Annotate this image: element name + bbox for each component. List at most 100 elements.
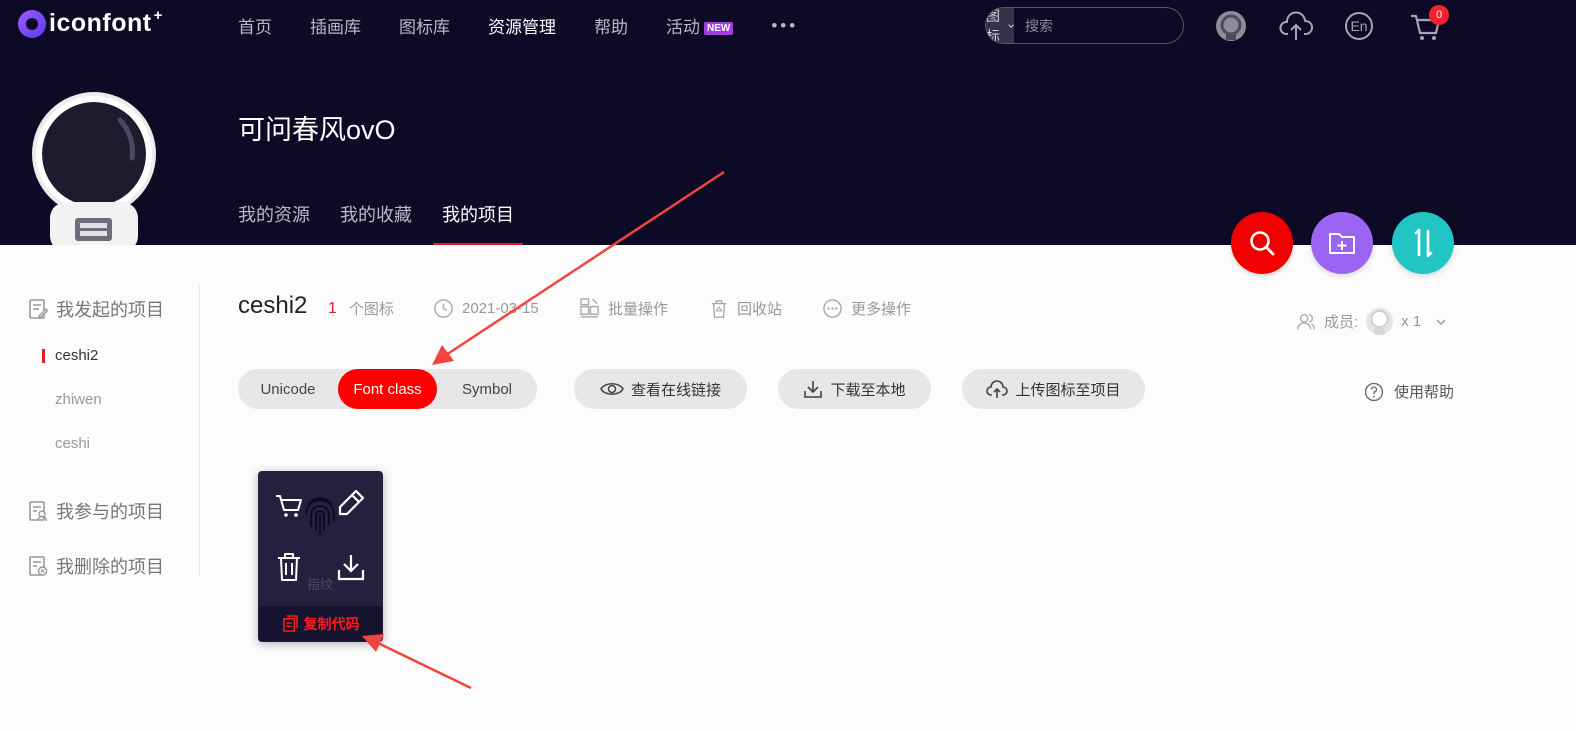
cloud-upload-icon[interactable] [1278, 8, 1314, 44]
members-count: x 1 [1401, 313, 1422, 330]
profile-name: 可问春风ovO [238, 115, 396, 145]
upload-icons-label: 上传图标至项目 [1015, 381, 1121, 399]
recycle-bin-label: 回收站 [737, 301, 783, 318]
sidebar-group-label: 我发起的项目 [56, 300, 164, 320]
profile-avatar[interactable] [28, 84, 160, 245]
more-circle-icon [823, 299, 842, 318]
nav-resource-management[interactable]: 资源管理 [488, 13, 556, 38]
profile-tabs: 我的资源 我的收藏 我的项目 [238, 201, 553, 245]
annotation-arrow-copy-code [362, 634, 472, 690]
icon-count-number: 1 [328, 299, 337, 317]
view-online-link-button[interactable]: 查看在线链接 [574, 369, 747, 409]
batch-operation-button[interactable]: 批量操作 [579, 298, 668, 319]
delete-icon[interactable] [272, 550, 306, 584]
search-type-select[interactable]: 图标 [986, 8, 1014, 43]
folder-add-icon [1329, 233, 1355, 254]
project-sidebar: 我发起的项目 ceshi2 zhiwen ceshi 我参与的项目 我删除的项目 [0, 285, 200, 577]
sidebar-item-zhiwen[interactable]: zhiwen [55, 391, 102, 408]
view-online-link-label: 查看在线链接 [630, 381, 721, 399]
tab-my-projects[interactable]: 我的项目 [433, 201, 523, 245]
members-label: 成员: [1324, 314, 1359, 331]
mode-symbol[interactable]: Symbol [437, 369, 537, 409]
search-projects-button[interactable] [1231, 212, 1293, 274]
sort-icon [1414, 228, 1433, 258]
help-link[interactable]: 使用帮助 [1364, 381, 1454, 402]
eye-icon [600, 382, 624, 396]
project-date-text: 2021-03-15 [462, 300, 539, 317]
mode-unicode[interactable]: Unicode [238, 369, 338, 409]
icon-count-label: 个图标 [348, 301, 394, 318]
search-type-label: 图标 [986, 7, 1000, 44]
help-label: 使用帮助 [1394, 384, 1455, 401]
active-project-marker [42, 349, 45, 363]
download-local-button[interactable]: 下载至本地 [778, 369, 931, 409]
icon-name: 指纹 [307, 577, 334, 592]
nav-icon-library[interactable]: 图标库 [399, 13, 450, 38]
download-icon [804, 381, 823, 398]
mode-font-class[interactable]: Font class [338, 369, 437, 409]
project-member-icon [29, 501, 48, 522]
cart-count-badge: 0 [1429, 5, 1449, 25]
sort-projects-button[interactable] [1392, 212, 1454, 274]
icon-card[interactable]: 指纹 复制代码 [258, 471, 383, 642]
question-circle-icon [1364, 382, 1384, 401]
more-menu-icon[interactable]: ••• [771, 16, 798, 36]
new-project-button[interactable] [1311, 212, 1373, 274]
search-icon [1250, 231, 1275, 256]
recycle-bin-icon [711, 299, 727, 318]
nav-help[interactable]: 帮助 [594, 13, 628, 38]
user-avatar-icon[interactable] [1213, 8, 1249, 44]
chevron-down-icon [1436, 319, 1446, 325]
logo-icon [18, 9, 46, 38]
member-avatar [1366, 308, 1394, 335]
sidebar-group-deleted[interactable]: 我删除的项目 [28, 553, 164, 579]
copy-code-label: 复制代码 [303, 615, 360, 632]
tab-my-favorites[interactable]: 我的收藏 [340, 201, 412, 245]
new-badge: NEW [704, 21, 734, 35]
batch-icon [580, 298, 599, 318]
site-header: iconfont + 首页 插画库 图标库 资源管理 帮助 活动 NEW ••• … [0, 0, 1576, 245]
copy-icon [282, 615, 298, 632]
recycle-bin-button[interactable]: 回收站 [709, 298, 782, 319]
download-icon[interactable] [334, 550, 368, 584]
search-input[interactable] [1014, 8, 1183, 43]
project-title: ceshi2 [238, 292, 308, 319]
nav-illustrations[interactable]: 插画库 [310, 13, 361, 38]
copy-code-button[interactable]: 复制代码 [259, 606, 382, 641]
top-nav: 首页 插画库 图标库 资源管理 帮助 活动 NEW ••• [238, 12, 836, 38]
upload-icons-button[interactable]: 上传图标至项目 [962, 369, 1145, 409]
iconfont-logo[interactable]: iconfont + [18, 7, 163, 38]
nav-home[interactable]: 首页 [238, 13, 272, 38]
nav-activities-label: 活动 [666, 17, 700, 37]
tab-my-resources[interactable]: 我的资源 [238, 201, 310, 245]
logo-plus: + [153, 7, 163, 24]
logo-text: iconfont [49, 9, 152, 37]
add-to-cart-icon[interactable] [272, 488, 306, 522]
edit-icon[interactable] [334, 486, 368, 520]
project-list-icon [29, 299, 48, 319]
sidebar-group-label: 我参与的项目 [56, 502, 164, 522]
sidebar-group-created[interactable]: 我发起的项目 [28, 296, 164, 322]
sidebar-group-joined[interactable]: 我参与的项目 [28, 498, 164, 524]
project-deleted-icon [29, 556, 48, 576]
language-en-icon[interactable]: En [1341, 8, 1377, 44]
fingerprint-icon [304, 497, 335, 535]
batch-operation-label: 批量操作 [608, 301, 669, 318]
clock-icon [434, 299, 453, 318]
cloud-upload-icon [986, 380, 1009, 398]
search-bar: 图标 [985, 7, 1184, 44]
nav-activities[interactable]: 活动 NEW [666, 13, 734, 38]
project-members[interactable]: 成员: x 1 [1296, 308, 1447, 335]
code-mode-switch: Unicode Font class Symbol [238, 369, 537, 409]
sidebar-group-label: 我删除的项目 [56, 557, 164, 577]
language-label: En [1350, 18, 1367, 34]
more-operations-button[interactable]: 更多操作 [822, 298, 911, 319]
download-local-label: 下载至本地 [830, 381, 906, 399]
sidebar-item-ceshi[interactable]: ceshi [55, 435, 90, 452]
project-icon-count: 1 个图标 [328, 298, 394, 319]
more-operations-label: 更多操作 [851, 301, 912, 318]
members-icon [1297, 313, 1315, 329]
cart-icon[interactable]: 0 [1405, 5, 1449, 44]
project-date: 2021-03-15 [433, 298, 539, 319]
sidebar-item-ceshi2[interactable]: ceshi2 [55, 347, 98, 364]
